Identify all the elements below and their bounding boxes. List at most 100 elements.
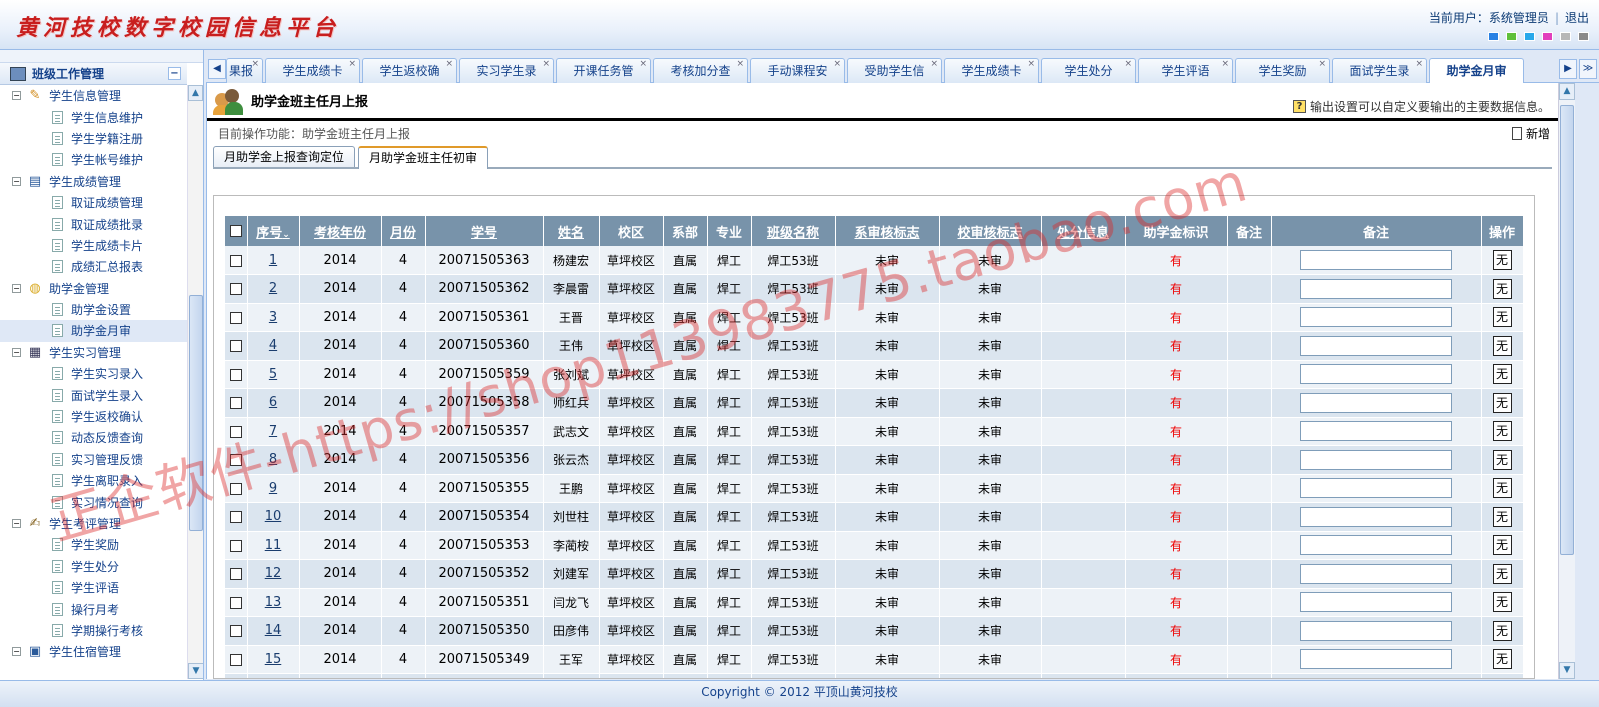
tree-category[interactable]: − ✍ 学生考评管理	[0, 513, 187, 534]
tree-item[interactable]: 成绩汇总报表	[0, 256, 187, 277]
tree-item[interactable]: 操行月考	[0, 598, 187, 619]
tab-close-icon[interactable]: ×	[1124, 58, 1132, 76]
remark-input[interactable]	[1300, 677, 1452, 678]
tab-1[interactable]: 学生成绩卡 ×	[265, 58, 360, 83]
tab-close-icon[interactable]: ×	[1221, 58, 1229, 76]
tab-menu-icon[interactable]: ≫	[1579, 59, 1597, 79]
tree-item[interactable]: 面试学生录入	[0, 384, 187, 405]
tree-item[interactable]: 学生奖励	[0, 534, 187, 555]
tab-2[interactable]: 学生返校确 ×	[362, 58, 457, 83]
theme-swatch[interactable]	[1542, 32, 1553, 41]
tree-category[interactable]: − ◍ 助学金管理	[0, 278, 187, 299]
remark-input[interactable]	[1300, 449, 1452, 470]
select-all-checkbox[interactable]	[229, 225, 242, 237]
remark-input[interactable]	[1300, 364, 1452, 385]
tree-item[interactable]: 取证成绩批录	[0, 213, 187, 234]
row-number-link[interactable]: 11	[265, 538, 282, 553]
row-checkbox[interactable]	[229, 539, 242, 552]
col-header-student-id[interactable]: 学号	[425, 216, 544, 246]
row-checkbox[interactable]	[229, 511, 242, 524]
subtab-0[interactable]: 月助学金上报查询定位	[213, 146, 356, 167]
action-button[interactable]: 无	[1492, 592, 1512, 613]
logout-link[interactable]: 退出	[1565, 9, 1589, 26]
action-button[interactable]: 无	[1492, 421, 1512, 442]
tab-close-icon[interactable]: ×	[445, 58, 453, 76]
tree-item[interactable]: 助学金月审	[0, 320, 187, 342]
tab-13[interactable]: 助学金月审	[1429, 58, 1524, 83]
col-header-punishment[interactable]: 处分信息	[1041, 216, 1126, 246]
remark-input[interactable]	[1300, 649, 1452, 670]
collapse-toggle-icon[interactable]: −	[12, 176, 21, 186]
tab-12[interactable]: 面试学生录 ×	[1332, 58, 1427, 83]
tab-3[interactable]: 实习学生录 ×	[459, 58, 554, 83]
tab-close-icon[interactable]: ×	[348, 58, 356, 76]
scroll-thumb[interactable]	[1560, 105, 1574, 555]
row-checkbox[interactable]	[229, 283, 242, 296]
row-number-link[interactable]: 8	[269, 452, 277, 467]
collapse-toggle-icon[interactable]: −	[12, 519, 21, 528]
tab-close-icon[interactable]: ×	[736, 58, 744, 76]
remark-input[interactable]	[1300, 620, 1452, 641]
row-checkbox[interactable]	[229, 653, 242, 666]
remark-input[interactable]	[1300, 592, 1452, 613]
action-button[interactable]: 无	[1492, 364, 1512, 385]
subtab-1[interactable]: 月助学金班主任初审	[358, 146, 489, 169]
remark-input[interactable]	[1300, 392, 1452, 413]
tree-item[interactable]: 实习管理反馈	[0, 449, 187, 470]
row-checkbox[interactable]	[229, 568, 242, 581]
tree-item[interactable]: 学生处分	[0, 556, 187, 577]
remark-input[interactable]	[1300, 335, 1452, 356]
row-number-link[interactable]: 5	[269, 367, 277, 382]
sidebar-scrollbar[interactable]: ▲ ▼	[187, 85, 203, 679]
col-header-school-review[interactable]: 校审核标志	[939, 216, 1042, 246]
collapse-toggle-icon[interactable]: −	[12, 347, 21, 357]
row-checkbox[interactable]	[229, 254, 242, 267]
col-header-year[interactable]: 考核年份	[299, 216, 382, 246]
collapse-toggle-icon[interactable]: −	[12, 91, 21, 101]
action-button[interactable]: 无	[1492, 563, 1512, 584]
row-number-link[interactable]: 2	[269, 281, 277, 296]
tree-item[interactable]: 动态反馈查询	[0, 427, 187, 448]
tab-9[interactable]: 学生处分 ×	[1041, 58, 1136, 83]
remark-input[interactable]	[1300, 307, 1452, 328]
theme-swatch[interactable]	[1560, 32, 1571, 41]
action-button[interactable]: 无	[1492, 392, 1512, 413]
tree-category[interactable]: − ▤ 学生成绩管理	[0, 171, 187, 192]
action-button[interactable]: 无	[1492, 649, 1512, 670]
theme-swatch[interactable]	[1506, 32, 1517, 41]
row-number-link[interactable]: 3	[269, 310, 277, 325]
tree-item[interactable]: 学生信息维护	[0, 106, 187, 127]
tab-8[interactable]: 学生成绩卡 ×	[944, 58, 1039, 83]
tree-item[interactable]: 学生帐号维护	[0, 149, 187, 170]
tab-10[interactable]: 学生评语 ×	[1138, 58, 1233, 83]
tree-item[interactable]: 实习情况查询	[0, 491, 187, 512]
collapse-toggle-icon[interactable]: −	[12, 647, 21, 657]
theme-swatch[interactable]	[1524, 32, 1535, 41]
row-number-link[interactable]: 9	[269, 481, 277, 496]
scroll-down-icon[interactable]: ▼	[188, 663, 203, 679]
theme-swatch[interactable]	[1488, 32, 1499, 41]
tree-item[interactable]: 学生返校确认	[0, 406, 187, 427]
remark-input[interactable]	[1300, 478, 1452, 499]
scroll-thumb[interactable]	[189, 295, 203, 531]
row-number-link[interactable]: 1	[269, 253, 277, 268]
theme-swatch[interactable]	[1578, 32, 1589, 41]
tab-close-icon[interactable]: ×	[1415, 58, 1423, 76]
tab-close-icon[interactable]: ×	[930, 58, 938, 76]
col-header-class[interactable]: 班级名称	[751, 216, 836, 246]
tab-0[interactable]: 果报 ×	[226, 58, 263, 83]
collapse-toggle-icon[interactable]: −	[12, 283, 21, 293]
tree-item[interactable]: 助学金设置	[0, 299, 187, 320]
row-number-link[interactable]: 7	[269, 424, 277, 439]
row-checkbox[interactable]	[229, 596, 242, 609]
col-header-name[interactable]: 姓名	[543, 216, 600, 246]
action-button[interactable]: 无	[1492, 506, 1512, 527]
action-button[interactable]: 无	[1492, 535, 1512, 556]
row-checkbox[interactable]	[229, 625, 242, 638]
col-header-month[interactable]: 月份	[381, 216, 426, 246]
remark-input[interactable]	[1300, 563, 1452, 584]
row-checkbox[interactable]	[229, 482, 242, 495]
tree-category[interactable]: − ▦ 学生实习管理	[0, 342, 187, 363]
tab-close-icon[interactable]: ×	[833, 58, 841, 76]
tree-item[interactable]: 学生离职录入	[0, 470, 187, 491]
